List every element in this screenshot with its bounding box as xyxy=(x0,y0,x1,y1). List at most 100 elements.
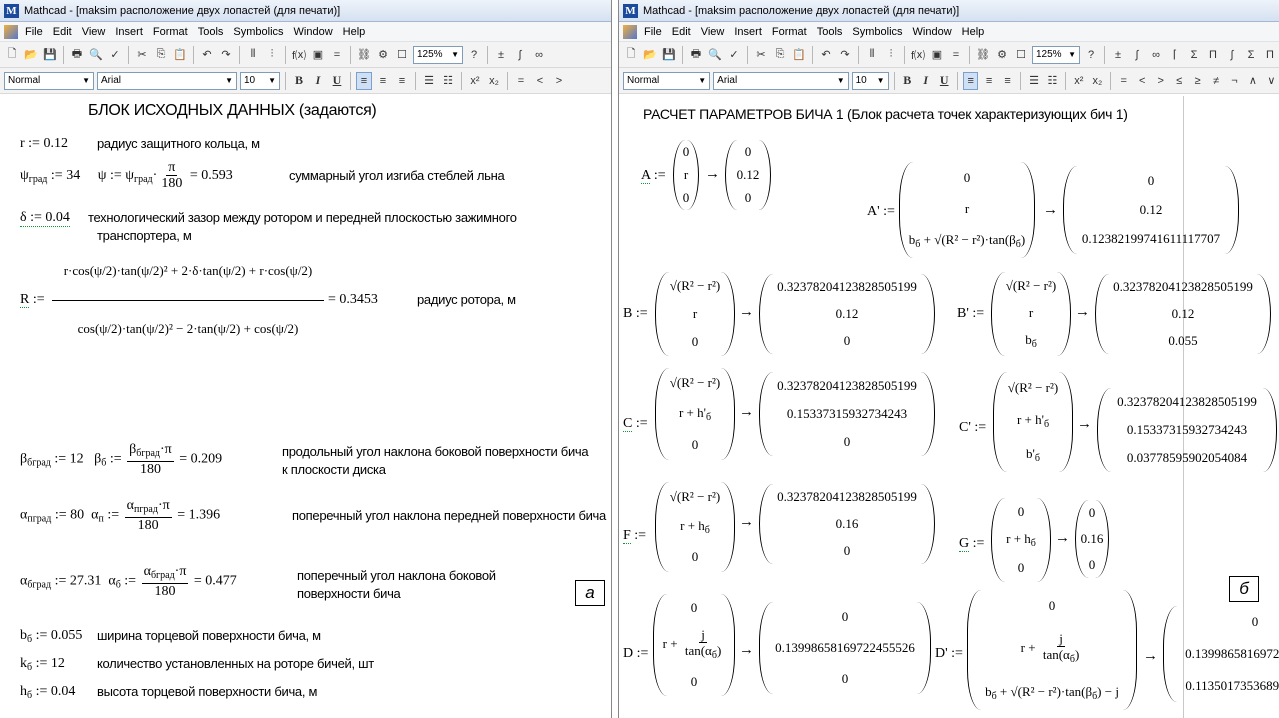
equal-operator-icon[interactable]: = xyxy=(513,72,529,90)
save-icon[interactable]: 💾 xyxy=(42,46,58,64)
insert-hyperlink-icon[interactable]: ⛓ xyxy=(356,46,372,64)
font-select[interactable]: Arial ▼ xyxy=(97,71,237,90)
open-folder-icon[interactable]: 📂 xyxy=(642,46,658,64)
bold-button[interactable]: B xyxy=(900,72,915,90)
insert-unit-icon[interactable]: ▣ xyxy=(310,46,326,64)
font-size-select[interactable]: 10 ▼ xyxy=(851,71,889,90)
greater-equal-icon[interactable]: ≥ xyxy=(1190,72,1205,90)
print-icon[interactable]: 🖶 xyxy=(688,46,704,64)
calculator-toolbar-icon[interactable]: ± xyxy=(1110,46,1126,64)
font-size-select[interactable]: 10 ▼ xyxy=(240,71,280,90)
superscript-icon[interactable]: x² xyxy=(1071,72,1086,90)
menu-symbolics[interactable]: Symbolics xyxy=(847,26,907,38)
menu-tools[interactable]: Tools xyxy=(812,26,848,38)
new-file-icon[interactable]: 🗋 xyxy=(4,46,20,64)
integral-icon[interactable]: ∫ xyxy=(1224,46,1240,64)
insert-unit-icon[interactable]: ▣ xyxy=(929,46,945,64)
align-center-icon[interactable]: ≡ xyxy=(981,72,996,90)
menu-edit[interactable]: Edit xyxy=(667,26,696,38)
open-folder-icon[interactable]: 📂 xyxy=(23,46,39,64)
align-across-icon[interactable]: ⫴ xyxy=(864,46,880,64)
less-than-icon[interactable]: < xyxy=(532,72,548,90)
product-icon[interactable]: Π xyxy=(1205,46,1221,64)
document-icon[interactable] xyxy=(4,24,18,39)
component-wizard-icon[interactable]: ⚙ xyxy=(994,46,1010,64)
less-than-icon[interactable]: < xyxy=(1134,72,1149,90)
undo-icon[interactable]: ↶ xyxy=(818,46,834,64)
menu-format[interactable]: Format xyxy=(767,26,812,38)
paste-icon[interactable]: 📋 xyxy=(172,46,188,64)
copy-icon[interactable]: ⎘ xyxy=(153,46,169,64)
equal-operator-icon[interactable]: = xyxy=(1116,72,1131,90)
subscript-icon[interactable]: x₂ xyxy=(1090,72,1105,90)
italic-button[interactable]: I xyxy=(310,72,326,90)
underline-button[interactable]: U xyxy=(329,72,345,90)
menu-window[interactable]: Window xyxy=(289,26,338,38)
infinity-icon[interactable]: ∞ xyxy=(1148,46,1164,64)
calculus-toolbar-icon[interactable]: ∫ xyxy=(1129,46,1145,64)
menu-edit[interactable]: Edit xyxy=(48,26,77,38)
component-wizard-icon[interactable]: ⚙ xyxy=(375,46,391,64)
cut-icon[interactable]: ✂ xyxy=(753,46,769,64)
numbering-icon[interactable]: ☷ xyxy=(1045,72,1060,90)
insert-region-icon[interactable]: ☐ xyxy=(1013,46,1029,64)
menu-file[interactable]: File xyxy=(20,26,48,38)
sum-icon[interactable]: Σ xyxy=(1186,46,1202,64)
align-down-icon[interactable]: ⫶ xyxy=(883,46,899,64)
cut-icon[interactable]: ✂ xyxy=(134,46,150,64)
menu-window[interactable]: Window xyxy=(908,26,957,38)
save-icon[interactable]: 💾 xyxy=(661,46,677,64)
print-preview-icon[interactable]: 🔍 xyxy=(707,46,723,64)
align-right-icon[interactable]: ≡ xyxy=(394,72,410,90)
zoom-select[interactable]: 125% ▼ xyxy=(413,45,463,64)
menu-view[interactable]: View xyxy=(77,26,111,38)
align-down-icon[interactable]: ⫶ xyxy=(264,46,280,64)
new-file-icon[interactable]: 🗋 xyxy=(623,46,639,64)
font-select[interactable]: Arial ▼ xyxy=(713,71,849,90)
menu-insert[interactable]: Insert xyxy=(110,26,148,38)
bullets-icon[interactable]: ☰ xyxy=(1026,72,1041,90)
menu-insert[interactable]: Insert xyxy=(729,26,767,38)
help-icon[interactable]: ? xyxy=(466,46,482,64)
product-operator-icon[interactable]: Π xyxy=(1262,46,1278,64)
insert-hyperlink-icon[interactable]: ⛓ xyxy=(975,46,991,64)
calculus-toolbar-icon[interactable]: ∫ xyxy=(512,46,528,64)
right-worksheet[interactable]: РАСЧЕТ ПАРАМЕТРОВ БИЧА 1 (Блок расчета т… xyxy=(619,96,1279,718)
menu-help[interactable]: Help xyxy=(957,26,990,38)
subscript-icon[interactable]: x₂ xyxy=(486,72,502,90)
menu-view[interactable]: View xyxy=(696,26,730,38)
spell-check-icon[interactable]: ✓ xyxy=(726,46,742,64)
document-icon[interactable] xyxy=(623,24,637,39)
bullets-icon[interactable]: ☰ xyxy=(421,72,437,90)
numbering-icon[interactable]: ☷ xyxy=(440,72,456,90)
undo-icon[interactable]: ↶ xyxy=(199,46,215,64)
style-select[interactable]: Normal ▼ xyxy=(4,71,94,90)
style-select[interactable]: Normal ▼ xyxy=(623,71,711,90)
menu-tools[interactable]: Tools xyxy=(193,26,229,38)
insert-function-icon[interactable]: f⒳ xyxy=(910,46,926,64)
not-icon[interactable]: ¬ xyxy=(1227,72,1242,90)
superscript-icon[interactable]: x² xyxy=(467,72,483,90)
align-center-icon[interactable]: ≡ xyxy=(375,72,391,90)
copy-icon[interactable]: ⎘ xyxy=(772,46,788,64)
zoom-select[interactable]: 125% ▼ xyxy=(1032,45,1080,64)
menu-format[interactable]: Format xyxy=(148,26,193,38)
greater-than-icon[interactable]: > xyxy=(1153,72,1168,90)
limit-icon[interactable]: ⌈ xyxy=(1167,46,1183,64)
underline-button[interactable]: U xyxy=(936,72,951,90)
align-left-icon[interactable]: ≡ xyxy=(962,71,979,90)
print-preview-icon[interactable]: 🔍 xyxy=(88,46,104,64)
insert-function-icon[interactable]: f⒳ xyxy=(291,46,307,64)
insert-region-icon[interactable]: ☐ xyxy=(394,46,410,64)
less-equal-icon[interactable]: ≤ xyxy=(1171,72,1186,90)
italic-button[interactable]: I xyxy=(918,72,933,90)
bold-button[interactable]: B xyxy=(291,72,307,90)
summation-icon[interactable]: Σ xyxy=(1243,46,1259,64)
align-across-icon[interactable]: ⫴ xyxy=(245,46,261,64)
align-left-icon[interactable]: ≡ xyxy=(356,71,372,90)
spell-check-icon[interactable]: ✓ xyxy=(107,46,123,64)
print-icon[interactable]: 🖶 xyxy=(69,46,85,64)
redo-icon[interactable]: ↷ xyxy=(837,46,853,64)
calculate-icon[interactable]: = xyxy=(948,46,964,64)
align-right-icon[interactable]: ≡ xyxy=(1000,72,1015,90)
